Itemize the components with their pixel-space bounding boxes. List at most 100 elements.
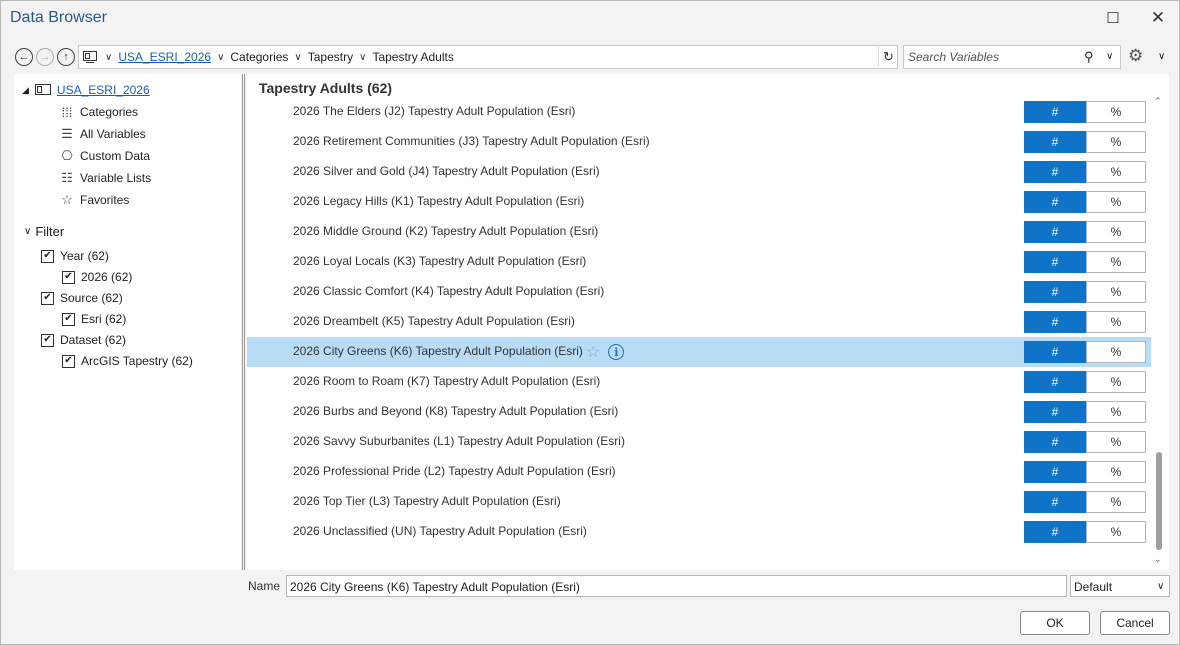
count-toggle-button[interactable]: # [1024, 131, 1086, 153]
variable-row[interactable]: 2026 Legacy Hills (K1) Tapestry Adult Po… [247, 187, 1151, 217]
count-toggle-button[interactable]: # [1024, 101, 1086, 123]
variable-row[interactable]: 2026 Dreambelt (K5) Tapestry Adult Popul… [247, 307, 1151, 337]
name-value: 2026 City Greens (K6) Tapestry Adult Pop… [290, 580, 580, 594]
filter-year-2026[interactable]: ✔ 2026 (62) [62, 267, 132, 287]
panel-splitter[interactable] [242, 74, 245, 570]
breadcrumb-categories[interactable]: Categories [230, 50, 288, 64]
forward-button[interactable]: → [36, 48, 54, 66]
variable-row[interactable]: 2026 Silver and Gold (J4) Tapestry Adult… [247, 157, 1151, 187]
sidebar-item-custom-data[interactable]: ⎔ Custom Data [58, 146, 150, 166]
variable-row[interactable]: 2026 Professional Pride (L2) Tapestry Ad… [247, 457, 1151, 487]
chevron-down-icon[interactable]: ∨ [294, 52, 301, 63]
count-toggle-button[interactable]: # [1024, 401, 1086, 423]
scroll-down-icon[interactable]: ⌄ [1154, 554, 1162, 565]
breadcrumb-tapestry[interactable]: Tapestry [308, 50, 353, 64]
percent-toggle-button[interactable]: % [1086, 161, 1146, 183]
count-toggle-button[interactable]: # [1024, 461, 1086, 483]
vertical-scrollbar[interactable]: ⌃ ⌄ [1153, 96, 1165, 568]
percent-toggle-button[interactable]: % [1086, 491, 1146, 513]
search-icon[interactable]: ⚲ [1084, 49, 1094, 65]
percent-toggle-button[interactable]: % [1086, 101, 1146, 123]
count-toggle-button[interactable]: # [1024, 191, 1086, 213]
variable-row[interactable]: 2026 City Greens (K6) Tapestry Adult Pop… [247, 337, 1151, 367]
ok-button[interactable]: OK [1020, 611, 1090, 635]
variable-row[interactable]: 2026 Burbs and Beyond (K8) Tapestry Adul… [247, 397, 1151, 427]
variable-row[interactable]: 2026 Classic Comfort (K4) Tapestry Adult… [247, 277, 1151, 307]
percent-toggle-button[interactable]: % [1086, 191, 1146, 213]
checkbox-checked-icon[interactable]: ✔ [62, 270, 75, 284]
search-input[interactable] [908, 48, 1078, 66]
checkbox-checked-icon[interactable]: ✔ [41, 249, 54, 263]
breadcrumb-tapestry-adults[interactable]: Tapestry Adults [372, 50, 453, 64]
count-toggle-button[interactable]: # [1024, 161, 1086, 183]
variable-label: 2026 Legacy Hills (K1) Tapestry Adult Po… [293, 194, 585, 208]
settings-dropdown-icon[interactable]: ∨ [1158, 51, 1165, 62]
variable-row[interactable]: 2026 Room to Roam (K7) Tapestry Adult Po… [247, 367, 1151, 397]
filter-source[interactable]: ✔ Source (62) [41, 288, 123, 308]
variable-row[interactable]: 2026 Retirement Communities (J3) Tapestr… [247, 127, 1151, 157]
percent-toggle-button[interactable]: % [1086, 311, 1146, 333]
sidebar-root[interactable]: ◢ USA_ESRI_2026 [22, 80, 150, 100]
percent-toggle-button[interactable]: % [1086, 221, 1146, 243]
variable-row[interactable]: 2026 Unclassified (UN) Tapestry Adult Po… [247, 517, 1151, 547]
count-toggle-button[interactable]: # [1024, 521, 1086, 543]
info-icon[interactable]: i [608, 344, 625, 360]
count-toggle-button[interactable]: # [1024, 251, 1086, 273]
percent-toggle-button[interactable]: % [1086, 281, 1146, 303]
arrow-up-icon: ↑ [63, 50, 69, 63]
variable-row[interactable]: 2026 The Elders (J2) Tapestry Adult Popu… [247, 97, 1151, 127]
sidebar-item-categories[interactable]: ⁞⁞⁞ Categories [58, 102, 138, 122]
checkbox-checked-icon[interactable]: ✔ [41, 333, 54, 347]
sidebar-item-all-variables[interactable]: ☰ All Variables [58, 124, 146, 144]
variable-row[interactable]: 2026 Top Tier (L3) Tapestry Adult Popula… [247, 487, 1151, 517]
favorite-star-icon[interactable]: ☆ [586, 342, 600, 362]
close-button[interactable]: ✕ [1138, 5, 1178, 31]
checkbox-checked-icon[interactable]: ✔ [41, 291, 54, 305]
refresh-icon[interactable]: ↻ [878, 47, 898, 67]
checkbox-checked-icon[interactable]: ✔ [62, 354, 75, 368]
variable-row[interactable]: 2026 Middle Ground (K2) Tapestry Adult P… [247, 217, 1151, 247]
chevron-down-icon[interactable]: ∨ [359, 52, 366, 63]
percent-toggle-button[interactable]: % [1086, 461, 1146, 483]
percent-toggle-button[interactable]: % [1086, 521, 1146, 543]
up-button[interactable]: ↑ [57, 48, 75, 66]
filter-source-esri[interactable]: ✔ Esri (62) [62, 309, 126, 329]
percent-toggle-button[interactable]: % [1086, 251, 1146, 273]
sidebar-item-favorites[interactable]: ☆ Favorites [58, 190, 129, 210]
breadcrumb-dataset-link[interactable]: USA_ESRI_2026 [118, 50, 211, 64]
percent-toggle-button[interactable]: % [1086, 341, 1146, 363]
filter-section-header[interactable]: ∨ Filter [24, 221, 64, 241]
chevron-down-icon[interactable]: ∨ [217, 52, 224, 63]
geography-dropdown-icon[interactable]: ∨ [105, 52, 112, 63]
scroll-up-icon[interactable]: ⌃ [1154, 96, 1162, 107]
variable-label: 2026 Loyal Locals (K3) Tapestry Adult Po… [293, 254, 587, 268]
format-select[interactable]: Default ∨ [1070, 575, 1170, 597]
search-dropdown-icon[interactable]: ∨ [1106, 51, 1113, 62]
percent-toggle-button[interactable]: % [1086, 131, 1146, 153]
count-toggle-button[interactable]: # [1024, 341, 1086, 363]
cancel-button[interactable]: Cancel [1100, 611, 1170, 635]
back-button[interactable]: ← [15, 48, 33, 66]
percent-toggle-button[interactable]: % [1086, 401, 1146, 423]
variable-row[interactable]: 2026 Savvy Suburbanites (L1) Tapestry Ad… [247, 427, 1151, 457]
checkbox-checked-icon[interactable]: ✔ [62, 312, 75, 326]
filter-dataset[interactable]: ✔ Dataset (62) [41, 330, 126, 350]
sidebar-item-variable-lists[interactable]: ☷ Variable Lists [58, 168, 151, 188]
count-toggle-button[interactable]: # [1024, 221, 1086, 243]
count-toggle-button[interactable]: # [1024, 281, 1086, 303]
collapse-triangle-icon[interactable]: ◢ [22, 85, 29, 96]
filter-dataset-arcgis-tapestry[interactable]: ✔ ArcGIS Tapestry (62) [62, 351, 193, 371]
variable-row[interactable]: 2026 Loyal Locals (K3) Tapestry Adult Po… [247, 247, 1151, 277]
name-field[interactable]: 2026 City Greens (K6) Tapestry Adult Pop… [286, 575, 1067, 597]
filter-year[interactable]: ✔ Year (62) [41, 246, 109, 266]
scrollbar-thumb[interactable] [1156, 452, 1162, 550]
count-toggle-button[interactable]: # [1024, 491, 1086, 513]
count-toggle-button[interactable]: # [1024, 431, 1086, 453]
count-toggle-button[interactable]: # [1024, 311, 1086, 333]
sidebar-root-link[interactable]: USA_ESRI_2026 [57, 83, 150, 97]
gear-icon[interactable]: ⚙ [1128, 46, 1143, 66]
maximize-button[interactable]: ☐ [1093, 5, 1133, 31]
percent-toggle-button[interactable]: % [1086, 371, 1146, 393]
count-toggle-button[interactable]: # [1024, 371, 1086, 393]
percent-toggle-button[interactable]: % [1086, 431, 1146, 453]
